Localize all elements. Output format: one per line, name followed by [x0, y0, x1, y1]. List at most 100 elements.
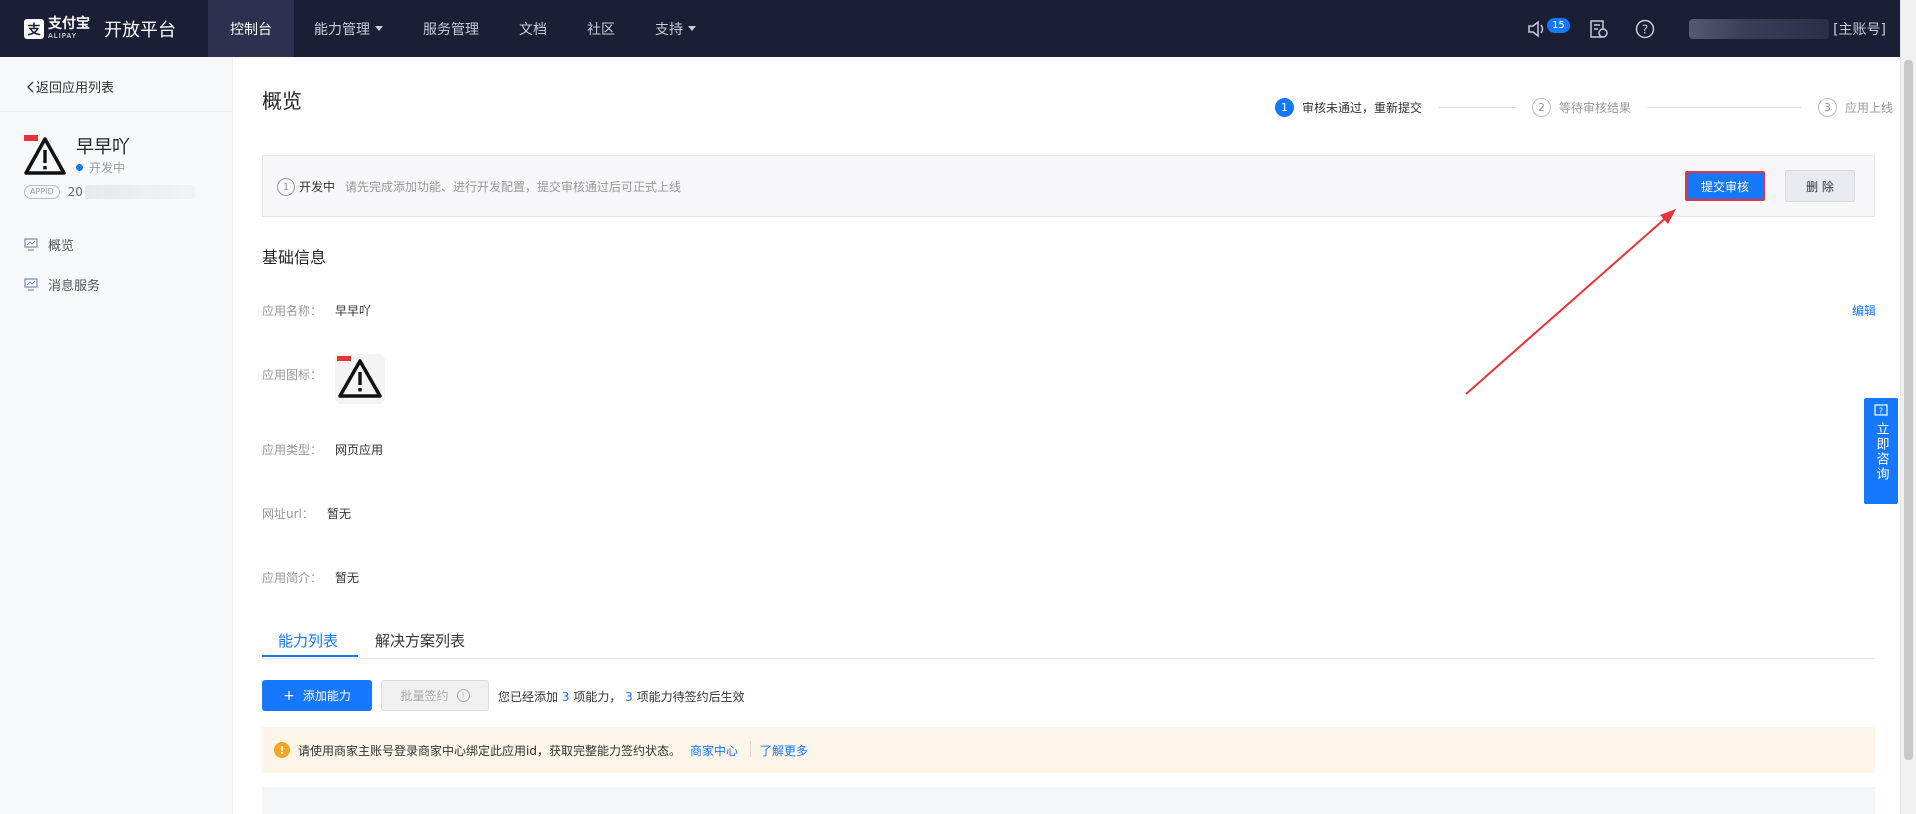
top-navigation-bar: 支 支付宝 ALIPAY 开放平台 控制台 能力管理 服务管理 文档 社区 支持… [0, 0, 1916, 57]
progress-steps: 1 审核未通过，重新提交 2 等待审核结果 3 应用上线 [1275, 98, 1893, 117]
merchant-alert: ! 请使用商家主账号登录商家中心绑定此应用id，获取完整能力签约状态。 商家中心… [262, 727, 1875, 773]
question-circle-icon: ? [1635, 19, 1655, 38]
document-clock-icon [1590, 19, 1608, 38]
delete-button[interactable]: 删 除 [1785, 170, 1855, 202]
main-nav: 控制台 能力管理 服务管理 文档 社区 支持 [208, 0, 716, 57]
step-1: 1 审核未通过，重新提交 [1275, 98, 1422, 117]
page-scrollbar[interactable] [1900, 0, 1916, 814]
help-button[interactable]: ? [1635, 19, 1655, 39]
back-to-app-list-link[interactable]: 返回应用列表 [26, 77, 114, 96]
batch-sign-button[interactable]: 批量签约 ! [381, 680, 489, 711]
warning-circle-icon: ! [274, 742, 290, 758]
status-notice: 1 开发中 请先完成添加功能、进行开发配置，提交审核通过后可正式上线 提交审核 … [262, 155, 1875, 217]
chat-question-icon: ? [1874, 404, 1888, 416]
nav-label: 控制台 [230, 21, 272, 38]
billing-button[interactable] [1589, 19, 1609, 39]
brand-name-en: ALIPAY [48, 32, 78, 40]
field-label-app-name: 应用名称： [262, 304, 323, 318]
nav-label: 能力管理 [314, 21, 370, 38]
merchant-center-link[interactable]: 商家中心 [690, 742, 738, 759]
notification-badge: 15 [1547, 17, 1570, 33]
account-name-redacted [1689, 18, 1830, 39]
nav-label: 社区 [587, 21, 615, 38]
sidebar-item-overview[interactable]: 概览 [24, 235, 74, 254]
step-3: 3 应用上线 [1818, 98, 1893, 117]
add-capability-button[interactable]: + 添加能力 [262, 680, 372, 711]
appid-redacted [84, 185, 195, 199]
sidebar: 返回应用列表 早早吖 开发中 APPID 20 概览 消息服务 [0, 57, 233, 814]
step-2: 2 等待审核结果 [1532, 98, 1631, 117]
step-number: 1 [1275, 98, 1294, 117]
page-title: 概览 [262, 89, 302, 113]
summary-text: 您已经添加 [498, 690, 559, 704]
field-value-app-name: 早早吖 [335, 304, 372, 318]
pending-count: 3 [625, 690, 633, 704]
field-label-url: 网址url： [262, 507, 314, 521]
active-tab-indicator [262, 655, 358, 657]
tab-solution-list[interactable]: 解决方案列表 [375, 630, 465, 651]
field-value-app-type: 网页应用 [335, 443, 384, 457]
appid-row: APPID 20 [24, 185, 195, 199]
field-value-intro: 暂无 [335, 571, 360, 585]
appid-value: 20 [67, 185, 83, 199]
learn-more-link[interactable]: 了解更多 [760, 742, 808, 759]
nav-label: 服务管理 [423, 21, 479, 38]
tab-capability-list[interactable]: 能力列表 [278, 630, 338, 651]
appid-tag: APPID [24, 185, 60, 199]
notice-description: 请先完成添加功能、进行开发配置，提交审核通过后可正式上线 [345, 180, 682, 194]
nav-item-community[interactable]: 社区 [567, 0, 635, 57]
scrollbar-thumb[interactable] [1904, 60, 1913, 760]
info-icon: ! [456, 689, 470, 702]
notification-button[interactable]: 15 [1527, 17, 1570, 38]
capability-summary: 您已经添加 3 项能力， 3 项能力待签约后生效 [498, 688, 745, 705]
app-icon-warning [24, 135, 66, 175]
alipay-logo-icon: 支 [24, 18, 44, 39]
app-status: 开发中 [76, 159, 125, 176]
tab-bar: 能力列表 解决方案列表 [262, 626, 1875, 659]
platform-title: 开放平台 [104, 19, 176, 41]
nav-item-console[interactable]: 控制台 [208, 0, 294, 57]
edit-link[interactable]: 编辑 [1852, 302, 1876, 319]
info-circle-icon: 1 [277, 178, 295, 196]
nav-item-service[interactable]: 服务管理 [403, 0, 499, 57]
added-count: 3 [561, 690, 570, 704]
table-header-placeholder [262, 787, 1875, 814]
field-label-app-type: 应用类型： [262, 443, 323, 457]
brand-name-cn: 支付宝 [48, 16, 90, 32]
nav-item-docs[interactable]: 文档 [499, 0, 567, 57]
link-divider [750, 741, 751, 757]
brand[interactable]: 支 支付宝 ALIPAY 开放平台 [24, 0, 176, 57]
svg-text:?: ? [1642, 22, 1648, 36]
app-status-label: 开发中 [89, 161, 126, 175]
nav-item-capability[interactable]: 能力管理 [294, 0, 403, 57]
account-type: [主账号] [1833, 21, 1886, 38]
caret-down-icon [375, 26, 383, 31]
sidebar-item-label: 消息服务 [48, 279, 101, 294]
nav-item-support[interactable]: 支持 [635, 0, 716, 57]
sidebar-item-message-service[interactable]: 消息服务 [24, 275, 100, 294]
batch-sign-label: 批量签约 [400, 689, 449, 703]
field-value-url: 暂无 [327, 507, 352, 521]
nav-label: 支持 [655, 21, 683, 38]
nav-label: 文档 [519, 21, 547, 38]
notice-status: 开发中 [299, 180, 336, 194]
app-name: 早早吖 [76, 137, 130, 158]
step-connector [1647, 107, 1803, 108]
step-label: 应用上线 [1845, 101, 1894, 115]
summary-text: 项能力待签约后生效 [636, 690, 745, 704]
plus-icon: + [283, 687, 295, 704]
summary-text: 项能力， [573, 690, 622, 704]
submit-review-button[interactable]: 提交审核 [1685, 171, 1765, 201]
basic-info-title: 基础信息 [262, 248, 327, 267]
step-number: 3 [1818, 98, 1838, 117]
add-capability-label: 添加能力 [302, 689, 351, 703]
account-menu[interactable]: [主账号] [1689, 18, 1886, 39]
back-link-label: 返回应用列表 [36, 81, 115, 96]
sidebar-divider [0, 111, 232, 112]
consult-now-button[interactable]: ? 立即咨询 [1864, 398, 1898, 504]
step-connector [1438, 107, 1517, 108]
speaker-icon [1528, 19, 1544, 38]
monitor-icon [24, 238, 38, 251]
sidebar-item-label: 概览 [48, 239, 75, 254]
chevron-left-icon [27, 81, 34, 92]
